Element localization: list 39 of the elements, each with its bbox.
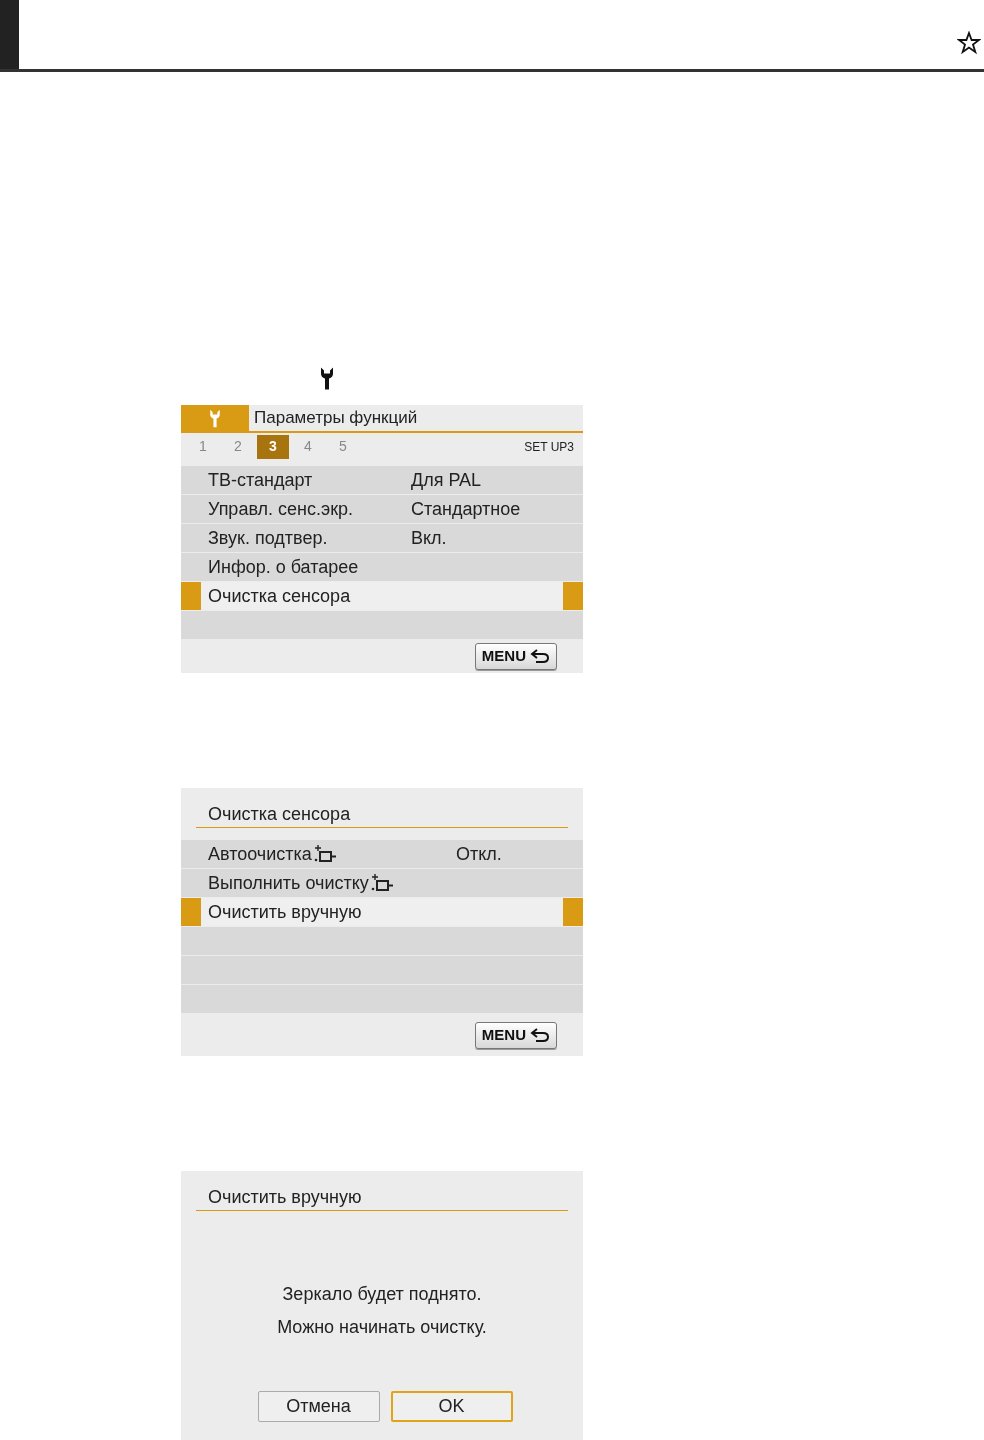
return-arrow-icon [530, 648, 550, 664]
menu-item-label: Звук. подтвер. [208, 526, 329, 550]
menu-row[interactable]: Выполнить очистку [181, 869, 583, 897]
page-tab[interactable]: 3 [257, 434, 289, 459]
dialog-button[interactable]: OK [390, 1391, 513, 1422]
menu-row[interactable]: Инфор. о батарее [181, 553, 583, 581]
menu-title: Параметры функций [253, 407, 418, 430]
dialog-button[interactable]: Отмена [257, 1391, 380, 1422]
menu-row[interactable]: Автоочистка Откл. [181, 840, 583, 868]
dialog-title: Очистить вручную [208, 1186, 362, 1209]
menu-item-value: Вкл. [411, 526, 447, 550]
menu-row[interactable]: ТВ-стандарт Для PAL [181, 466, 583, 494]
menu-back-button[interactable]: MENU [474, 1021, 557, 1049]
menu-item-label: Очистка сенсора [208, 584, 352, 608]
section-tab-marker [0, 0, 19, 69]
return-arrow-icon [530, 1027, 550, 1043]
sensor-clean-icon [312, 844, 337, 864]
star-icon [957, 31, 981, 55]
selected-menu-row[interactable]: Очистить вручную [181, 898, 583, 926]
menu-row[interactable]: Управл. сенс.экр. Стандартное [181, 495, 583, 523]
dialog-message: Зеркало будет поднято. [282, 1283, 482, 1306]
menu-item-label: Очистить вручную [208, 900, 363, 924]
setup-tab[interactable] [181, 405, 249, 431]
menu-item-label: Инфор. о батарее [208, 555, 360, 579]
wrench-icon [207, 408, 223, 428]
sensor-clean-icon [369, 873, 394, 893]
menu-item-label: Автоочистка [208, 840, 411, 868]
menu-item-value: Откл. [456, 842, 502, 866]
dialog-message: Можно начинать очистку. [277, 1316, 487, 1339]
menu-title: Очистка сенсора [208, 803, 351, 826]
menu-item-value: Стандартное [411, 497, 521, 521]
menu-item-label: Выполнить очистку [208, 869, 411, 897]
page-caption: SET UP3 [524, 438, 575, 456]
menu-row[interactable]: Звук. подтвер. Вкл. [181, 524, 583, 552]
selected-menu-row[interactable]: Очистка сенсора [181, 582, 583, 610]
menu-item-label: Управл. сенс.экр. [208, 497, 355, 521]
menu-item-label: ТВ-стандарт [208, 468, 314, 492]
menu-back-button[interactable]: MENU [474, 642, 557, 670]
menu-item-value: Для PAL [411, 468, 482, 492]
